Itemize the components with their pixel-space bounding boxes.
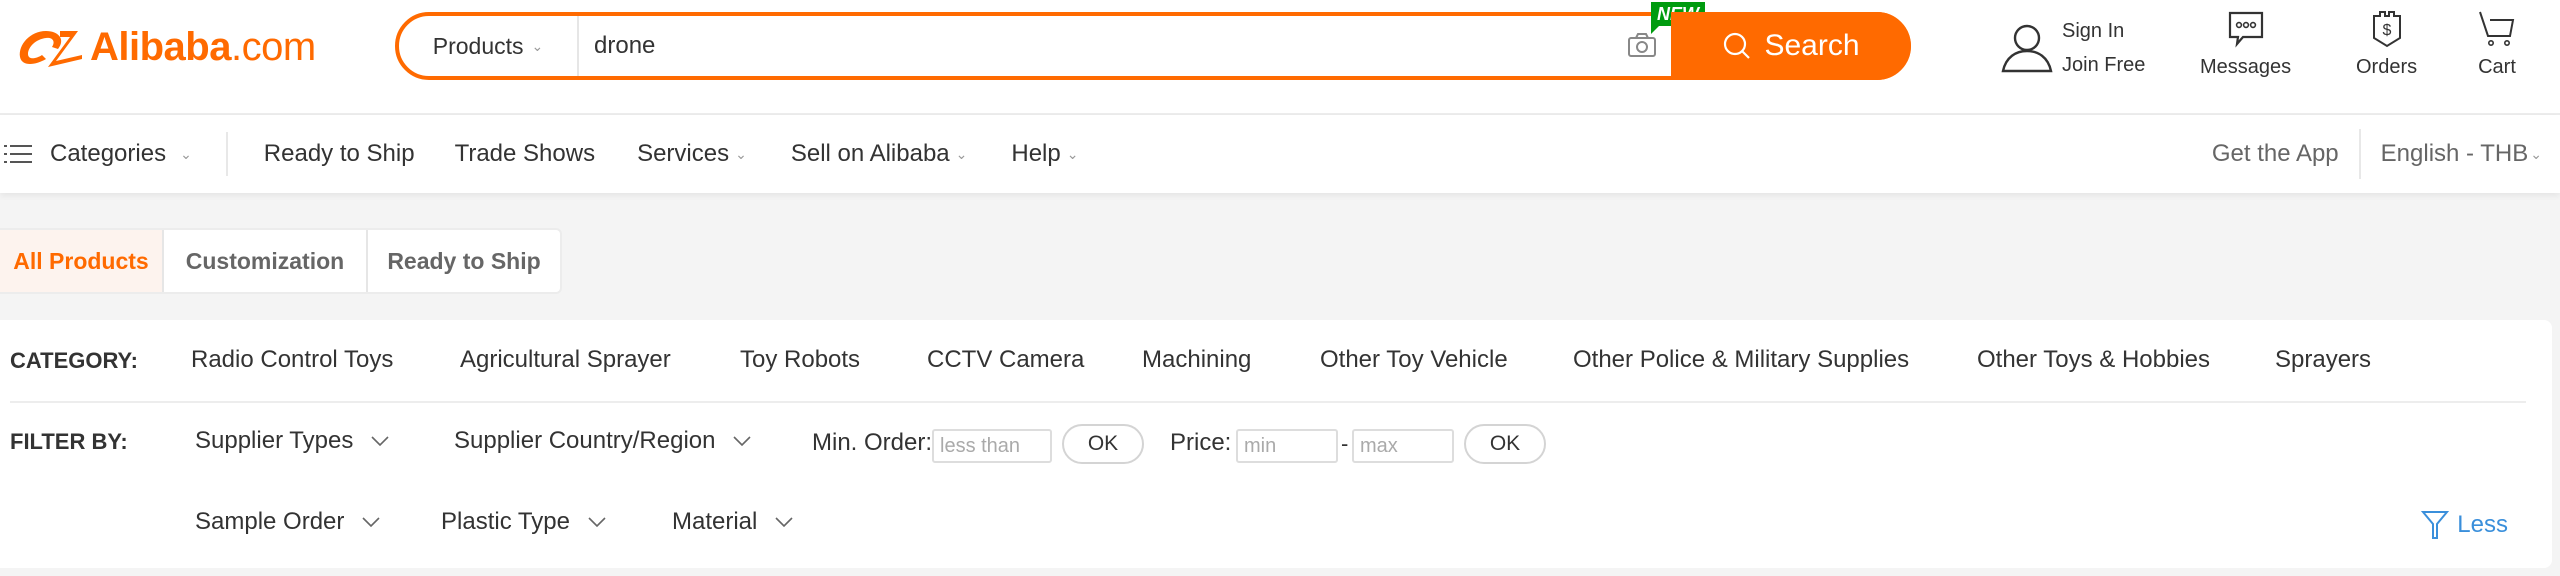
less-label: Less xyxy=(2457,511,2508,538)
price-ok-button[interactable]: OK xyxy=(1464,424,1546,464)
categories-menu[interactable]: Categories ⌄ xyxy=(4,140,192,168)
sign-in-link[interactable]: Sign In xyxy=(2062,14,2145,48)
account-menu[interactable]: Sign In Join Free xyxy=(2000,18,2145,78)
search-type-label: Products xyxy=(432,32,524,59)
material-dropdown[interactable]: Material xyxy=(672,508,793,536)
search-bar: Products ⌄ NEW Search xyxy=(395,2,1994,80)
nav-help[interactable]: Help ⌄ xyxy=(1011,140,1078,168)
category-link[interactable]: Machining xyxy=(1142,346,1251,374)
search-button[interactable]: Search xyxy=(1671,12,1911,80)
svg-text:$: $ xyxy=(2382,22,2391,39)
nav-divider xyxy=(225,132,228,176)
cart-icon xyxy=(2479,11,2515,46)
min-order-label: Min. Order: xyxy=(812,429,933,456)
cart-label: Cart xyxy=(2478,56,2516,78)
price-separator: - xyxy=(1341,431,1349,456)
chevron-down-icon: ⌄ xyxy=(1066,145,1079,162)
category-link[interactable]: CCTV Camera xyxy=(927,346,1084,374)
categories-label: Categories xyxy=(50,140,167,167)
alibaba-logo[interactable]: Alibaba.com xyxy=(16,22,316,72)
camera-icon[interactable] xyxy=(1627,32,1657,58)
messages-icon xyxy=(2228,11,2263,48)
min-order-ok-button[interactable]: OK xyxy=(1062,424,1144,464)
chevron-down-icon xyxy=(362,517,380,527)
category-label: CATEGORY: xyxy=(10,348,138,373)
category-link[interactable]: Other Police & Military Supplies xyxy=(1573,346,1909,374)
category-link[interactable]: Other Toy Vehicle xyxy=(1320,346,1508,374)
alibaba-logo-icon xyxy=(19,31,82,67)
chevron-down-icon: ⌄ xyxy=(2530,145,2542,162)
price-label: Price: xyxy=(1170,429,1232,456)
price-min-input[interactable] xyxy=(1236,429,1338,463)
category-row: CATEGORY: Radio Control Toys Agricultura… xyxy=(0,340,2552,378)
chevron-down-icon xyxy=(733,436,752,446)
category-link[interactable]: Agricultural Sprayer xyxy=(460,346,671,374)
category-link[interactable]: Radio Control Toys xyxy=(191,346,393,374)
header: Alibaba.com Products ⌄ NEW Search Sign I… xyxy=(0,0,2560,115)
cart-link[interactable]: Cart xyxy=(2478,10,2516,79)
user-icon xyxy=(2001,24,2053,73)
search-icon xyxy=(1724,32,1751,59)
tab-all-products[interactable]: All Products xyxy=(0,230,164,292)
chevron-down-icon xyxy=(775,517,793,527)
supplier-country-dropdown[interactable]: Supplier Country/Region xyxy=(454,427,752,455)
filter-icon xyxy=(2421,511,2450,539)
get-the-app-link[interactable]: Get the App xyxy=(2212,140,2339,168)
min-order-input[interactable] xyxy=(932,429,1052,463)
language-currency-selector[interactable]: English - THB ⌄ xyxy=(2381,140,2542,168)
category-link[interactable]: Other Toys & Hobbies xyxy=(1977,346,2210,374)
sample-order-dropdown[interactable]: Sample Order xyxy=(195,508,380,536)
tab-customization[interactable]: Customization xyxy=(164,230,368,292)
divider xyxy=(10,401,2526,403)
category-link[interactable]: Toy Robots xyxy=(740,346,860,374)
messages-label: Messages xyxy=(2200,56,2292,78)
nav-sell-on-alibaba[interactable]: Sell on Alibaba ⌄ xyxy=(791,140,968,168)
search-button-label: Search xyxy=(1764,29,1860,62)
orders-icon: $ xyxy=(2372,11,2401,48)
chevron-down-icon: ⌄ xyxy=(955,145,968,162)
nav-services[interactable]: Services ⌄ xyxy=(637,140,747,168)
nav-divider xyxy=(2358,129,2361,179)
filter-by-label: FILTER BY: xyxy=(10,429,128,454)
chevron-down-icon: ⌄ xyxy=(531,37,544,54)
search-type-dropdown[interactable]: Products ⌄ xyxy=(399,16,579,76)
tab-ready-to-ship[interactable]: Ready to Ship xyxy=(368,230,560,292)
chevron-down-icon xyxy=(371,436,389,446)
filter-row-2: Sample Order Plastic Type Material Less xyxy=(0,504,2552,544)
orders-label: Orders xyxy=(2356,56,2418,78)
join-free-link[interactable]: Join Free xyxy=(2062,48,2145,82)
chevron-down-icon xyxy=(588,517,606,527)
category-link[interactable]: Sprayers xyxy=(2275,346,2371,374)
price-max-input[interactable] xyxy=(1352,429,1454,463)
list-icon xyxy=(4,145,32,163)
logo-text: Alibaba.com xyxy=(90,24,316,69)
messages-link[interactable]: Messages xyxy=(2200,10,2291,79)
plastic-type-dropdown[interactable]: Plastic Type xyxy=(441,508,606,536)
supplier-types-dropdown[interactable]: Supplier Types xyxy=(195,427,389,455)
chevron-down-icon: ⌄ xyxy=(180,145,192,162)
less-filters-toggle[interactable]: Less xyxy=(2421,510,2508,540)
nav-trade-shows[interactable]: Trade Shows xyxy=(455,140,596,168)
filter-row: FILTER BY: Supplier Types Supplier Count… xyxy=(0,423,2552,464)
nav-ready-to-ship[interactable]: Ready to Ship xyxy=(264,140,415,168)
filter-panel: CATEGORY: Radio Control Toys Agricultura… xyxy=(0,320,2552,568)
product-type-tabs: All Products Customization Ready to Ship xyxy=(0,228,562,294)
chevron-down-icon: ⌄ xyxy=(735,145,747,162)
nav-bar: Categories ⌄ Ready to Ship Trade Shows S… xyxy=(0,115,2560,193)
orders-link[interactable]: $ Orders xyxy=(2356,10,2417,79)
